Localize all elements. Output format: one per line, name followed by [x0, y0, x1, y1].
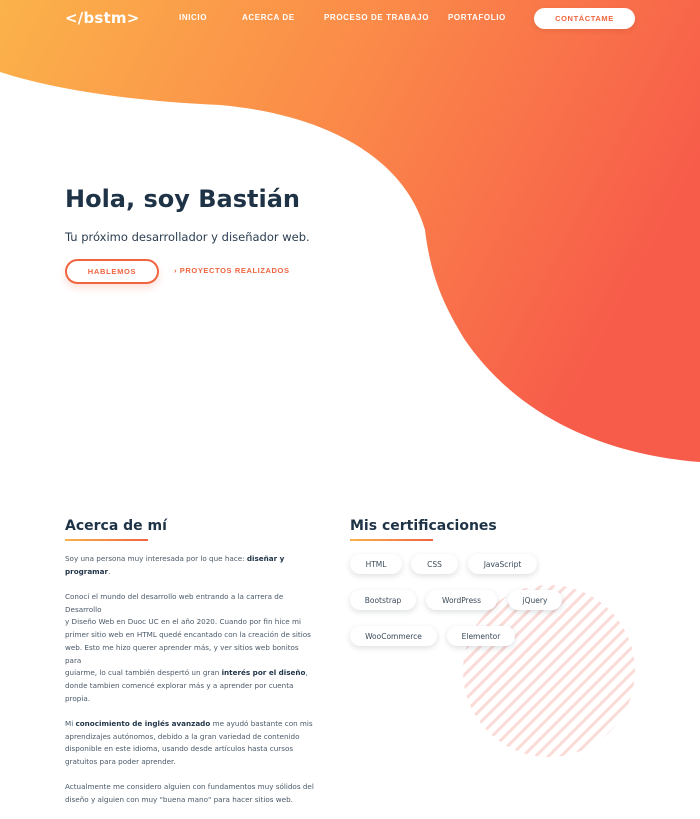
- about-text-span: Mi: [65, 718, 76, 728]
- cert-chip-javascript: JavaScript: [468, 554, 537, 574]
- proyectos-realizados-link[interactable]: › PROYECTOS REALIZADOS: [174, 266, 290, 275]
- cert-chip-html: HTML: [350, 554, 402, 574]
- about-text-span: .: [108, 566, 111, 576]
- nav-link-portafolio[interactable]: PORTAFOLIO: [448, 13, 506, 22]
- about-text-line: y Diseño Web en Duoc UC en el año 2020. …: [65, 617, 302, 627]
- about-paragraph-2: Conocí el mundo del desarrollo web entra…: [65, 591, 317, 705]
- nav-link-inicio[interactable]: INICIO: [179, 13, 207, 22]
- site-logo[interactable]: </bstm>: [65, 9, 139, 27]
- about-text-line: primer sitio web en HTML quedé encantado…: [65, 630, 311, 640]
- about-paragraph-3: Mi conocimiento de inglés avanzado me ay…: [65, 718, 317, 769]
- about-description: Soy una persona muy interesada por lo qu…: [65, 553, 317, 819]
- about-text-span: guiarme, lo cual también despertó un gra…: [65, 668, 222, 678]
- about-section-title: Acerca de mí: [65, 518, 167, 534]
- about-paragraph-4: Actualmente me considero alguien con fun…: [65, 781, 317, 806]
- about-title-underline: [65, 539, 148, 541]
- cert-chip-bootstrap: Bootstrap: [350, 590, 416, 610]
- about-text-line: donde tambien comencé explorar más y a a…: [65, 680, 294, 703]
- about-text-line: gratuitos para poder aprender.: [65, 757, 176, 767]
- about-text-span: Soy una persona muy interesada por lo qu…: [65, 554, 247, 563]
- certifications-section-title: Mis certificaciones: [350, 518, 497, 534]
- about-text-line: Actualmente me considero alguien con fun…: [65, 782, 314, 792]
- cert-chip-wordpress: WordPress: [426, 590, 497, 610]
- about-text-line: aprendizajes autónomos, debido a la gran…: [65, 731, 300, 741]
- hero-subtitle: Tu próximo desarrollador y diseñador web…: [65, 230, 310, 244]
- nav-link-proceso-de-trabajo[interactable]: PROCESO DE TRABAJO: [324, 13, 429, 22]
- cert-chip-elementor: Elementor: [447, 626, 515, 646]
- contact-button[interactable]: CONTÁCTAME: [534, 8, 635, 29]
- about-text-line: disponible en este idioma, usando desde …: [65, 744, 294, 754]
- cert-chip-jquery: jQuery: [508, 590, 562, 610]
- certifications-title-underline: [350, 539, 433, 541]
- about-text-line: web. Esto me hizo querer aprender más, y…: [65, 642, 299, 665]
- about-text-span: ,: [305, 668, 308, 678]
- nav-link-acerca-de[interactable]: ACERCA DE: [242, 13, 295, 22]
- about-highlight: conocimiento de inglés avanzado: [75, 718, 211, 728]
- top-navbar: </bstm> INICIO ACERCA DE PROCESO DE TRAB…: [0, 0, 700, 36]
- about-highlight: interés por el diseño: [221, 668, 306, 678]
- about-text-line: Conocí el mundo del desarrollo web entra…: [65, 592, 284, 614]
- about-paragraph-1: Soy una persona muy interesada por lo qu…: [65, 553, 317, 578]
- cert-chip-woocommerce: WooCommerce: [350, 626, 437, 646]
- striped-circle-decoration: [463, 585, 635, 757]
- hablemos-button[interactable]: HABLEMOS: [65, 259, 159, 284]
- cert-chip-css: CSS: [411, 554, 458, 574]
- about-text-span: me ayudó bastante con mis: [210, 718, 313, 728]
- hero-title: Hola, soy Bastián: [65, 185, 300, 213]
